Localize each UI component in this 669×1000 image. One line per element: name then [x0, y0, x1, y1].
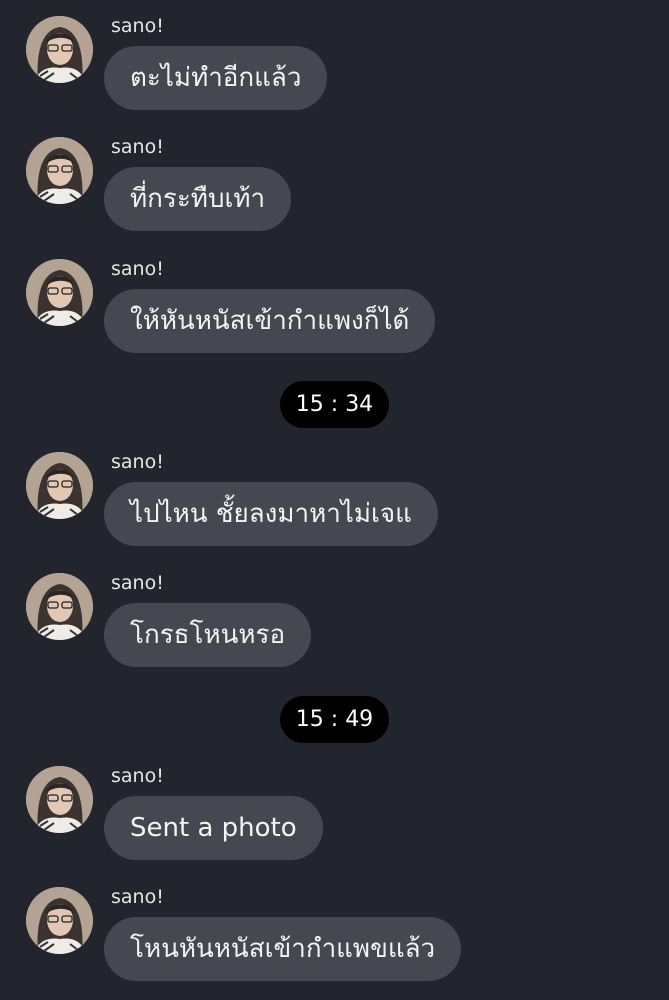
message-bubble[interactable]: ไปไหน ชั้ยลงมาหาไม่เจแ [104, 482, 438, 546]
message-bubble[interactable]: ให้หันหนัสเข้ากำแพงก็ได้ [104, 289, 436, 353]
message-row: sano! โกรธโหนหรอ [0, 572, 669, 673]
message-bubble[interactable]: ตะไม่ทำอีกแล้ว [104, 46, 328, 110]
sender-name: sano! [111, 15, 164, 37]
sender-name: sano! [111, 258, 164, 280]
chat-thread: sano! ตะไม่ทำอีกแล้ว sano! ที่กระทืบเท้า [0, 0, 669, 1000]
message-row: sano! ตะไม่ทำอีกแล้ว [0, 15, 669, 116]
profile-photo-icon[interactable] [26, 259, 93, 326]
timestamp-separator: 15 : 49 [280, 696, 389, 743]
message-bubble[interactable]: ที่กระทืบเท้า [104, 167, 292, 231]
photo-message-bubble[interactable]: Sent a photo [104, 796, 323, 860]
profile-photo-icon[interactable] [26, 16, 93, 83]
message-row: sano! ไปไหน ชั้ยลงมาหาไม่เจแ [0, 451, 669, 552]
message-row: sano! Sent a photo [0, 765, 669, 866]
profile-photo-icon[interactable] [26, 573, 93, 640]
profile-photo-icon[interactable] [26, 887, 93, 954]
sender-name: sano! [111, 886, 164, 908]
message-row: sano! ให้หันหนัสเข้ากำแพงก็ได้ [0, 258, 669, 359]
sender-name: sano! [111, 451, 164, 473]
sender-name: sano! [111, 136, 164, 158]
message-row: sano! โหนหันหนัสเข้ากำแพขแล้ว [0, 886, 669, 987]
message-bubble[interactable]: โหนหันหนัสเข้ากำแพขแล้ว [104, 917, 462, 981]
sender-name: sano! [111, 572, 164, 594]
message-bubble[interactable]: โกรธโหนหรอ [104, 603, 312, 667]
sender-name: sano! [111, 765, 164, 787]
profile-photo-icon[interactable] [26, 137, 93, 204]
timestamp-separator: 15 : 34 [280, 381, 389, 428]
profile-photo-icon[interactable] [26, 452, 93, 519]
message-row: sano! ที่กระทืบเท้า [0, 136, 669, 237]
profile-photo-icon[interactable] [26, 766, 93, 833]
